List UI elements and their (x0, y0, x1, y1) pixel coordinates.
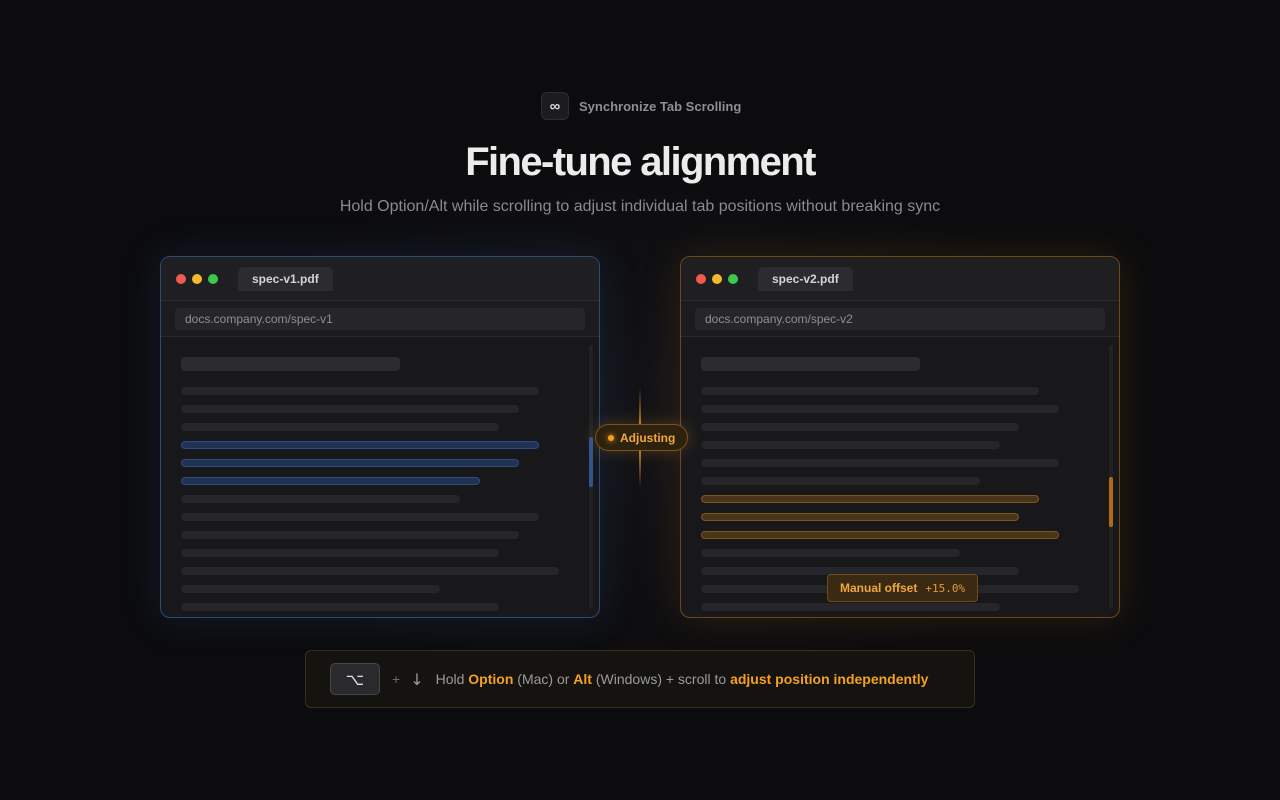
page-content[interactable] (161, 337, 599, 617)
content-line-placeholder (181, 423, 499, 431)
highlighted-line (701, 513, 1019, 521)
content-heading-placeholder (701, 357, 920, 371)
content-heading-placeholder (181, 357, 400, 371)
content-line-placeholder (181, 513, 539, 521)
address-bar: docs.company.com/spec-v1 (161, 301, 599, 337)
url-field[interactable]: docs.company.com/spec-v1 (175, 308, 585, 330)
content-line-placeholder (701, 441, 1000, 449)
close-dot-icon[interactable] (696, 273, 706, 284)
content-line-placeholder (181, 495, 460, 503)
scrollbar-thumb[interactable] (589, 437, 593, 487)
hint-text: Hold Option (Mac) or Alt (Windows) + scr… (436, 671, 929, 687)
content-line-placeholder (181, 603, 499, 611)
tab-spec-v2[interactable]: spec-v2.pdf (758, 266, 853, 291)
infinity-icon: ∞ (541, 92, 569, 120)
highlighted-line (181, 441, 539, 449)
content-line-placeholder (701, 477, 980, 485)
tab-spec-v1[interactable]: spec-v1.pdf (238, 266, 333, 291)
scrollbar[interactable] (1109, 345, 1113, 609)
url-field[interactable]: docs.company.com/spec-v2 (695, 308, 1105, 330)
highlighted-line (701, 495, 1039, 503)
content-line-placeholder (701, 603, 1000, 611)
page-title: Fine-tune alignment (465, 140, 816, 184)
content-line-placeholder (701, 387, 1039, 395)
hint-part1: Hold (435, 671, 465, 687)
hint-part2: (Mac) or (517, 671, 570, 687)
content-line-placeholder (701, 549, 960, 557)
hint-action: adjust position independently (730, 671, 929, 687)
app-badge: ∞ Synchronize Tab Scrolling (541, 92, 741, 120)
window-titlebar: spec-v2.pdf (681, 257, 1119, 301)
content-line-placeholder (701, 405, 1059, 413)
highlighted-line (181, 459, 519, 467)
content-line-placeholder (181, 387, 539, 395)
adjusting-status-pill: Adjusting (595, 424, 689, 451)
minimize-dot-icon[interactable] (192, 273, 202, 284)
minimize-dot-icon[interactable] (712, 273, 722, 284)
close-dot-icon[interactable] (176, 273, 186, 284)
content-line-placeholder (701, 423, 1019, 431)
app-name: Synchronize Tab Scrolling (579, 98, 742, 114)
hint-part3: (Windows) + scroll to (595, 671, 727, 687)
page-content[interactable]: Manual offset +15.0% (681, 337, 1119, 617)
maximize-dot-icon[interactable] (208, 273, 218, 284)
content-line-placeholder (181, 549, 499, 557)
arrow-down-icon: ↓ (410, 669, 424, 689)
status-dot-icon (608, 434, 614, 441)
plus-sign: + (392, 671, 401, 687)
right-browser-window: spec-v2.pdf docs.company.com/spec-v2 Man… (680, 256, 1120, 618)
maximize-dot-icon[interactable] (728, 273, 738, 284)
highlighted-line (701, 531, 1059, 539)
content-line-placeholder (181, 585, 440, 593)
offset-value: +15.0% (925, 581, 966, 595)
content-line-placeholder (181, 405, 519, 413)
left-browser-window: spec-v1.pdf docs.company.com/spec-v1 (160, 256, 600, 618)
hint-alt: Alt (573, 671, 592, 687)
highlighted-line (181, 477, 480, 485)
status-label: Adjusting (620, 430, 676, 445)
option-key-icon: ⌥ (330, 663, 380, 695)
scrollbar[interactable] (589, 345, 593, 609)
address-bar: docs.company.com/spec-v2 (681, 301, 1119, 337)
manual-offset-badge: Manual offset +15.0% (827, 574, 979, 602)
scrollbar-thumb[interactable] (1109, 477, 1113, 527)
offset-label: Manual offset (840, 581, 918, 595)
content-line-placeholder (701, 459, 1059, 467)
keyboard-hint: ⌥ + ↓ Hold Option (Mac) or Alt (Windows)… (305, 650, 975, 708)
content-line-placeholder (181, 531, 519, 539)
hint-option: Option (468, 671, 514, 687)
page-subtitle: Hold Option/Alt while scrolling to adjus… (339, 198, 941, 215)
content-line-placeholder (181, 567, 559, 575)
window-titlebar: spec-v1.pdf (161, 257, 599, 301)
